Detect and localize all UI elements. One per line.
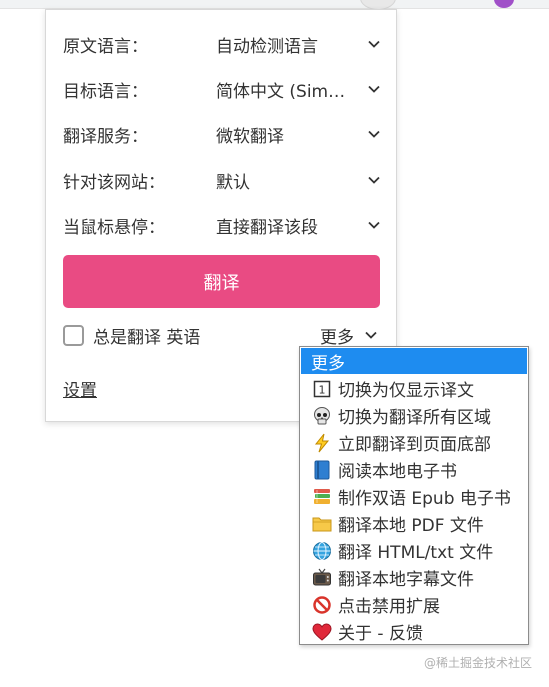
blue-book-icon [311,459,333,481]
heart-icon [311,621,333,643]
translation-service-value: 微软翻译 [216,126,284,147]
more-menu-header[interactable]: 更多 [301,348,527,374]
site-rule-value: 默认 [216,172,250,193]
source-language-select[interactable]: 自动检测语言 [216,32,383,57]
site-rule-select[interactable]: 默认 [216,168,383,193]
menu-item-label: 立即翻译到页面底部 [338,435,491,455]
chevron-down-icon [367,218,381,232]
globe-icon [311,540,333,562]
menu-item-about-feedback[interactable]: 关于 - 反馈 [301,618,527,645]
site-rule-row: 针对该网站： 默认 [63,163,383,197]
skull-icon [311,405,333,427]
always-translate-checkbox[interactable] [63,324,84,346]
translation-service-label: 翻译服务： [63,126,148,147]
target-language-row: 目标语言： 简体中文 (Simplified Chinese) [63,72,383,106]
chevron-down-icon [367,127,381,141]
target-language-value: 简体中文 (Simplified Chinese) [216,81,354,102]
more-menu: 更多 1 切换为仅显示译文 切换为翻译所有区域 立即翻译到页面底部 阅读本地电子… [299,346,529,645]
menu-item-label: 制作双语 Epub 电子书 [338,489,511,509]
source-language-row: 原文语言： 自动检测语言 [63,27,383,61]
always-translate-label[interactable]: 总是翻译 英语 [93,323,200,348]
source-language-label: 原文语言： [63,36,148,57]
folder-icon [311,513,333,535]
menu-item-translate-subtitles[interactable]: 翻译本地字幕文件 [301,564,527,591]
menu-item-label: 翻译本地 PDF 文件 [338,516,484,536]
chevron-down-icon [367,37,381,51]
menu-item-translate-html-txt[interactable]: 翻译 HTML/txt 文件 [301,537,527,564]
hover-action-value: 直接翻译该段 [216,217,318,238]
chevron-down-icon [367,173,381,187]
translation-service-row: 翻译服务： 微软翻译 [63,117,383,151]
menu-item-read-ebook[interactable]: 阅读本地电子书 [301,456,527,483]
menu-item-translate-all-areas[interactable]: 切换为翻译所有区域 [301,402,527,429]
books-icon [311,486,333,508]
menu-item-label: 切换为仅显示译文 [338,381,474,401]
chevron-down-icon [364,328,378,342]
target-language-label: 目标语言： [63,81,148,102]
source-language-value: 自动检测语言 [216,36,318,57]
chevron-down-icon [367,82,381,96]
settings-link[interactable]: 设置 [63,376,97,401]
watermark: @稀土掘金技术社区 [424,656,533,670]
translation-service-select[interactable]: 微软翻译 [216,122,383,147]
menu-item-translation-only[interactable]: 1 切换为仅显示译文 [301,375,527,402]
menu-item-translate-to-bottom[interactable]: 立即翻译到页面底部 [301,429,527,456]
hover-action-label: 当鼠标悬停： [63,217,165,238]
more-label: 更多 [320,327,354,348]
more-dropdown-toggle[interactable]: 更多 [320,323,380,348]
svg-text:1: 1 [319,383,326,396]
menu-item-label: 切换为翻译所有区域 [338,408,491,428]
hover-action-row: 当鼠标悬停： 直接翻译该段 [63,208,383,242]
one-box-icon: 1 [311,378,333,400]
tv-icon [311,567,333,589]
menu-item-label: 关于 - 反馈 [338,624,423,644]
lightning-icon [311,432,333,454]
prohibited-icon [311,594,333,616]
menu-item-bilingual-epub[interactable]: 制作双语 Epub 电子书 [301,483,527,510]
menu-item-label: 翻译 HTML/txt 文件 [338,543,494,563]
translate-button[interactable]: 翻译 [63,255,380,308]
menu-item-label: 阅读本地电子书 [338,462,457,482]
hover-action-select[interactable]: 直接翻译该段 [216,213,383,238]
target-language-select[interactable]: 简体中文 (Simplified Chinese) [216,77,383,102]
menu-item-disable-extension[interactable]: 点击禁用扩展 [301,591,527,618]
menu-item-label: 点击禁用扩展 [338,597,440,617]
site-rule-label: 针对该网站： [63,172,165,193]
browser-top-edge [0,0,549,9]
menu-item-label: 翻译本地字幕文件 [338,570,474,590]
menu-item-translate-pdf[interactable]: 翻译本地 PDF 文件 [301,510,527,537]
